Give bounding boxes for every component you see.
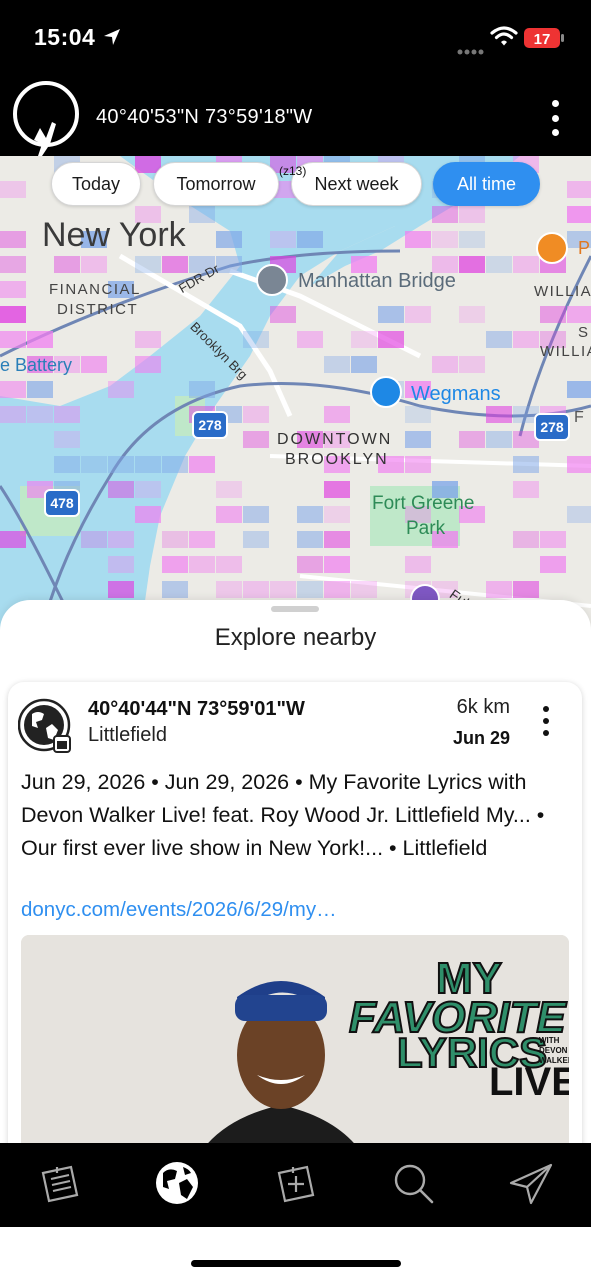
- map-label-park: Park: [406, 518, 446, 539]
- wegmans-marker-icon[interactable]: [370, 376, 402, 408]
- status-time: 15:04: [34, 24, 96, 50]
- zoom-level-label: (z13): [279, 164, 307, 178]
- tab-bar: [0, 1143, 591, 1227]
- chip-tomorrow[interactable]: Tomorrow: [153, 162, 279, 206]
- map-label-battery: e Battery: [0, 355, 73, 375]
- battery-charging-icon: 17: [523, 26, 565, 55]
- chip-today[interactable]: Today: [51, 162, 141, 206]
- poster-small-walker: WALKER: [539, 1056, 569, 1065]
- tab-search[interactable]: [385, 1157, 441, 1213]
- more-vertical-icon[interactable]: [543, 100, 567, 136]
- map-label-s: S: [578, 324, 589, 341]
- location-arrow-icon: [102, 27, 122, 52]
- hand-logo-icon[interactable]: [12, 80, 80, 156]
- home-indicator[interactable]: [191, 1260, 401, 1267]
- map-label-downtown: DOWNTOWN: [277, 431, 393, 448]
- map-label-willia-2: WILLIA: [540, 343, 591, 360]
- tab-send[interactable]: [503, 1157, 559, 1213]
- highway-278-shield-east: 278: [534, 413, 570, 441]
- event-distance: 6k km: [456, 696, 510, 718]
- event-description: Jun 29, 2026 • Jun 29, 2026 • My Favorit…: [21, 770, 545, 860]
- highway-278-shield: 278: [192, 411, 228, 439]
- wifi-icon: [490, 25, 518, 52]
- event-place: Littlefield: [88, 724, 167, 746]
- sheet-grabber[interactable]: [271, 606, 319, 612]
- map-label-new-york: New York: [42, 216, 186, 254]
- tab-explore[interactable]: [149, 1157, 205, 1213]
- home-indicator-area: [0, 1227, 591, 1280]
- map-label-wegmans: Wegmans: [411, 383, 501, 405]
- map-label-manhattan-bridge: Manhattan Bridge: [298, 270, 456, 292]
- map-label-willia-1: WILLIA: [534, 283, 591, 300]
- tab-notes[interactable]: [31, 1157, 87, 1213]
- event-link[interactable]: donyc.com/events/2026/6/29/my…: [21, 898, 337, 922]
- search-icon: [389, 1159, 437, 1212]
- map-view[interactable]: New York FINANCIAL DISTRICT FDR Dr Brook…: [0, 156, 591, 636]
- battery-level: 17: [534, 31, 551, 48]
- map-label-brooklyn: BROOKLYN: [285, 451, 389, 468]
- map-label-fort-greene: Fort Greene: [372, 493, 475, 514]
- app-header: 40°40'53"N 73°59'18"W: [0, 76, 591, 156]
- status-bar: 15:04 17: [0, 0, 591, 76]
- card-more-icon[interactable]: [540, 706, 552, 736]
- event-card[interactable]: 40°40'44"N 73°59'01"W Littlefield 6k km …: [8, 682, 582, 1202]
- map-label-financial: FINANCIAL: [49, 281, 141, 298]
- header-coordinates: 40°40'53"N 73°59'18"W: [96, 106, 313, 128]
- note-icon: [35, 1159, 83, 1212]
- tab-add[interactable]: [267, 1157, 323, 1213]
- event-coordinates: 40°40'44"N 73°59'01"W: [88, 698, 305, 720]
- poster-small-with: WITH: [539, 1036, 560, 1045]
- poster-text-live: LIVE: [489, 1060, 569, 1104]
- send-icon: [507, 1159, 555, 1212]
- highway-478-shield: 478: [44, 489, 80, 517]
- restaurant-marker-icon[interactable]: [536, 232, 568, 264]
- poster-small-devon: DEVON: [539, 1046, 568, 1055]
- globe-calendar-icon: [17, 698, 76, 756]
- chip-all-time[interactable]: All time: [433, 162, 540, 206]
- sheet-title: Explore nearby: [214, 624, 377, 651]
- map-label-district: DISTRICT: [57, 301, 139, 318]
- map-label-f: F: [574, 409, 584, 426]
- add-note-icon: [271, 1159, 319, 1212]
- chip-next-week[interactable]: Next week: [291, 162, 422, 206]
- event-date: Jun 29: [452, 728, 510, 748]
- map-label-p: P: [578, 238, 591, 258]
- globe-icon: [153, 1159, 201, 1212]
- bridge-marker-icon[interactable]: [256, 264, 288, 296]
- signal-dots-icon: [457, 42, 485, 60]
